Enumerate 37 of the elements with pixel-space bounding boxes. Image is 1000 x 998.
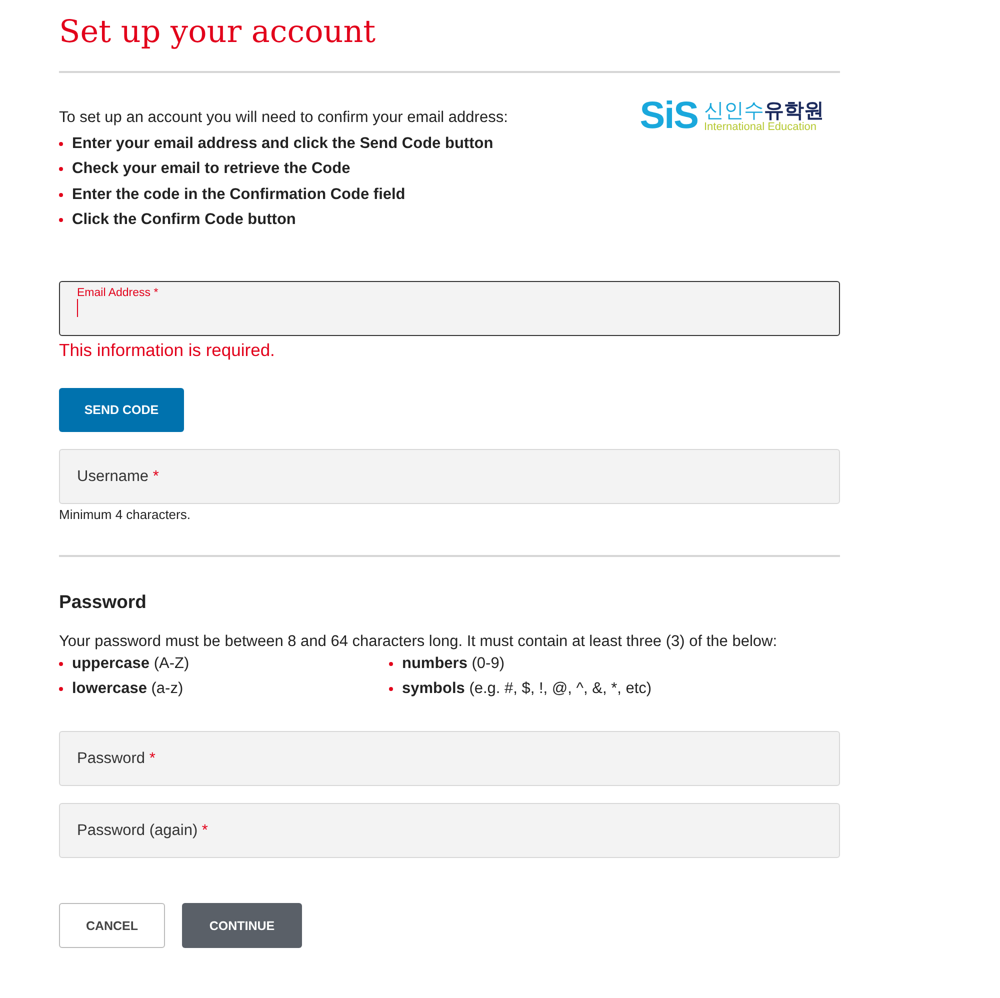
logo-mark: SiS [640,97,698,136]
step-text: Check your email to retrieve the Code [72,160,350,178]
field-hint: Minimum 4 characters. [59,507,192,522]
field-label: Password (again) * [77,822,208,840]
bullet-icon [59,687,63,692]
username-field[interactable]: Username * [59,449,840,504]
logo-name: 신인수유학원 [704,99,824,122]
step-text: Enter your email address and click the Send Code button [72,134,494,153]
bullet-icon [59,167,63,172]
password-field[interactable]: Password (again) * [59,803,840,858]
continue-button[interactable]: CONTINUE [182,903,302,948]
bullet-icon [59,662,63,666]
field-label: Email Address * [77,287,158,300]
bullet-icon [389,687,393,692]
password-requirements: Your password must be between 8 and 64 characters long. It must contain at least three (3) of the below: [59,633,778,652]
page-title: Set up your account [59,14,377,52]
cancel-button[interactable]: CANCEL [59,903,165,948]
rule-text: lowercase (a-z) [72,680,184,698]
logo-tagline: International Education [704,121,818,134]
bullet-icon [59,192,63,197]
text-cursor [77,299,78,318]
bullet-icon [59,142,63,146]
rule-text: numbers (0-9) [402,654,505,673]
bullet-icon [389,662,393,666]
intro-text: To set up an account you will need to confirm your email address: [59,109,508,128]
step-text: Click the Confirm Code button [72,211,296,230]
password-field[interactable]: Password * [59,731,840,786]
step-text: Enter the code in the Confirmation Code field [72,186,406,204]
error-message: This information is required. [59,340,276,362]
section-heading: Password [59,591,148,614]
field-label: Password * [77,750,156,768]
email-field[interactable]: Email Address * [59,281,840,336]
bullet-icon [59,218,63,222]
send-code-button[interactable]: SEND CODE [59,388,184,432]
rule-text: uppercase (A-Z) [72,654,190,673]
field-label: Username * [77,468,159,486]
rule-text: symbols (e.g. #, $, !, @, ^, &, *, etc) [402,680,652,698]
